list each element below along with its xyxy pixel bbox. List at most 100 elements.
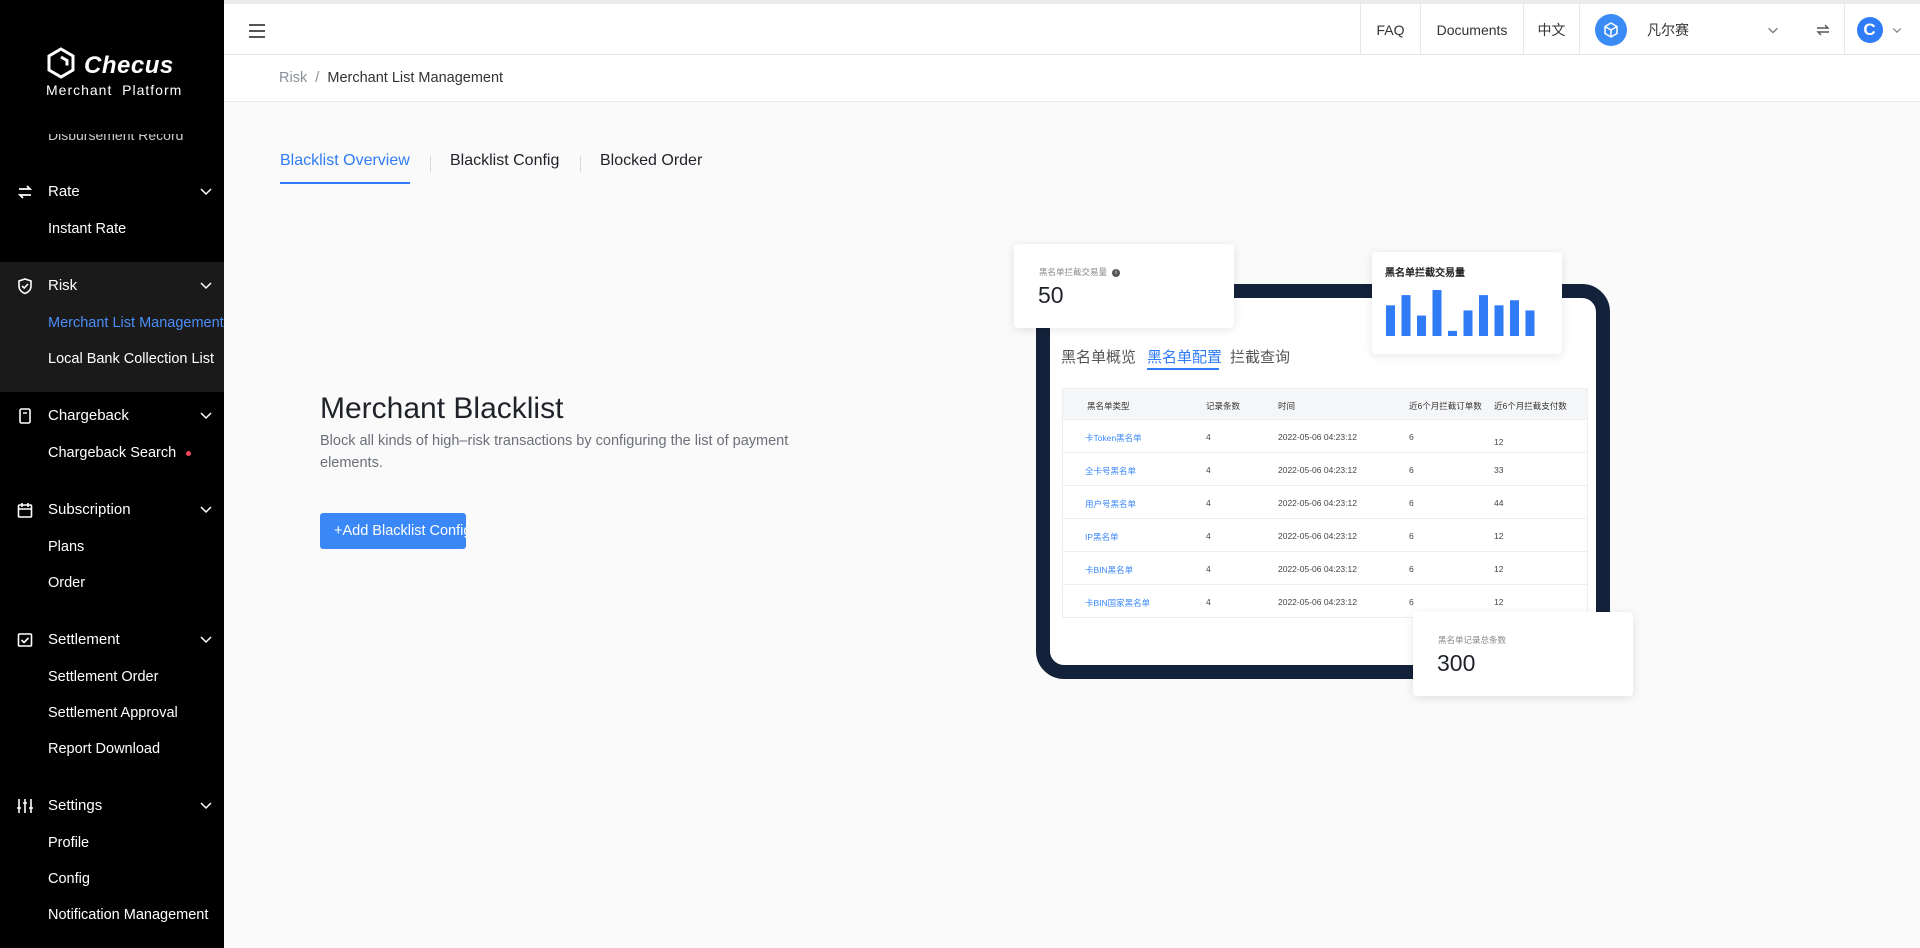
checklist-icon bbox=[17, 633, 33, 647]
documents-link[interactable]: Documents bbox=[1420, 4, 1523, 55]
sidebar-group-settings-header[interactable]: Settings bbox=[0, 786, 224, 826]
tab-blacklist-overview[interactable]: Blacklist Overview bbox=[280, 152, 410, 170]
sidebar-item-label: Local Bank Collection List bbox=[48, 351, 215, 367]
mini-bar bbox=[1494, 305, 1504, 336]
sidebar-item-label: Settlement Approval bbox=[48, 705, 178, 721]
sidebar-group-risk-header[interactable]: Risk bbox=[0, 266, 224, 306]
exchange-icon bbox=[17, 185, 33, 199]
chevron-down-icon bbox=[200, 506, 212, 514]
table-cell: 4 bbox=[1206, 564, 1211, 574]
stat-card-title-text: 黑名单拦截交易量 bbox=[1039, 267, 1108, 277]
sidebar-item-settlement-approval[interactable]: Settlement Approval bbox=[0, 696, 224, 732]
sidebar-item-settlement-order[interactable]: Settlement Order bbox=[0, 660, 224, 696]
sidebar-item-local-bank-collection-list[interactable]: Local Bank Collection List bbox=[0, 342, 224, 378]
mini-bar bbox=[1417, 315, 1426, 336]
table-cell: 12 bbox=[1494, 564, 1504, 574]
mini-bar bbox=[1479, 295, 1488, 336]
illustration-tab-active: 黑名单配置 bbox=[1147, 349, 1223, 366]
table-cell: 6 bbox=[1409, 432, 1414, 442]
sidebar-item-config[interactable]: Config bbox=[0, 862, 224, 898]
stat-card-intercept: 黑名单拦截交易量 i 50 bbox=[1014, 244, 1234, 328]
sidebar-group-subscription: Subscription Plans Order bbox=[0, 490, 224, 602]
table-cell: 卡Token黑名单 bbox=[1085, 433, 1142, 443]
mini-bar bbox=[1401, 295, 1411, 336]
table-cell: 4 bbox=[1206, 465, 1211, 475]
sidebar-item-plans[interactable]: Plans bbox=[0, 530, 224, 566]
stat-card-title: 黑名单记录总条数 bbox=[1438, 635, 1507, 645]
breadcrumb-risk[interactable]: Risk bbox=[279, 70, 307, 86]
hamburger-menu-icon[interactable] bbox=[246, 20, 268, 42]
table-row: 用户号黑名单 4 2022-05-06 04:23:12 6 44 bbox=[1063, 485, 1587, 518]
illustration-tab-indicator bbox=[1147, 368, 1219, 370]
brand-subtitle: Merchant Platform bbox=[46, 82, 183, 98]
sidebar-item-label: Profile bbox=[48, 835, 90, 851]
breadcrumb: Risk / Merchant List Management bbox=[224, 55, 1920, 102]
sidebar-group-chargeback-header[interactable]: Chargeback bbox=[0, 396, 224, 436]
sidebar-group-label: Settings bbox=[48, 797, 103, 814]
table-cell: 4 bbox=[1206, 531, 1211, 541]
sidebar-item-instant-rate[interactable]: Instant Rate bbox=[0, 212, 224, 248]
table-row: IP黑名单 4 2022-05-06 04:23:12 6 12 bbox=[1063, 518, 1587, 551]
sidebar-item-profile[interactable]: Profile bbox=[0, 826, 224, 862]
mini-bar bbox=[1510, 300, 1519, 336]
language-switch[interactable]: 中文 bbox=[1523, 4, 1579, 55]
tab-blacklist-config[interactable]: Blacklist Config bbox=[450, 152, 559, 170]
mini-bar-chart bbox=[1386, 290, 1535, 336]
active-tab-indicator bbox=[280, 182, 410, 184]
sidebar-item-chargeback-search[interactable]: Chargeback Search bbox=[0, 436, 224, 472]
sidebar-group-chargeback: Chargeback Chargeback Search bbox=[0, 396, 224, 472]
chevron-down-icon bbox=[1892, 27, 1901, 33]
sidebar-item-text: Chargeback Search bbox=[48, 445, 177, 461]
sidebar-item-report-download[interactable]: Report Download bbox=[0, 732, 224, 768]
sidebar-group-label: Chargeback bbox=[48, 407, 129, 424]
table-cell: 6 bbox=[1409, 597, 1414, 607]
table-cell: 2022-05-06 04:23:12 bbox=[1278, 498, 1357, 508]
sidebar-group-settlement-header[interactable]: Settlement bbox=[0, 620, 224, 660]
tab-blocked-order[interactable]: Blocked Order bbox=[600, 152, 702, 170]
language-label: 中文 bbox=[1537, 21, 1566, 38]
chevron-down-icon bbox=[200, 282, 212, 290]
table-cell: 12 bbox=[1494, 531, 1504, 541]
merchant-selector[interactable]: 凡尔赛 bbox=[1579, 4, 1802, 55]
table-header-cell: 黑名单类型 bbox=[1087, 401, 1130, 411]
sidebar-item-notification-management[interactable]: Notification Management bbox=[0, 898, 224, 934]
faq-link[interactable]: FAQ bbox=[1360, 4, 1420, 55]
table-cell: 卡BIN国家黑名单 bbox=[1085, 598, 1151, 608]
sidebar-item-merchant-list-management[interactable]: Merchant List Management bbox=[0, 306, 224, 342]
table-cell: 6 bbox=[1409, 531, 1414, 541]
table-cell: 4 bbox=[1206, 432, 1211, 442]
table-cell: 33 bbox=[1494, 465, 1504, 475]
table-cell: 2022-05-06 04:23:12 bbox=[1278, 564, 1357, 574]
merchant-logo-icon bbox=[1595, 13, 1627, 46]
table-row: 全卡号黑名单 4 2022-05-06 04:23:12 6 33 bbox=[1063, 452, 1587, 485]
add-blacklist-config-button[interactable]: +Add Blacklist Config bbox=[320, 513, 466, 549]
sidebar-item-order[interactable]: Order bbox=[0, 566, 224, 602]
sidebar-item-label: Plans bbox=[48, 539, 85, 555]
sidebar-group-subscription-header[interactable]: Subscription bbox=[0, 490, 224, 530]
table-cell: 6 bbox=[1409, 498, 1414, 508]
sidebar-group-rate-header[interactable]: Rate bbox=[0, 172, 224, 212]
chevron-down-icon bbox=[200, 412, 212, 420]
swap-arrows-icon bbox=[1816, 24, 1830, 35]
mini-bar bbox=[1525, 310, 1535, 336]
sidebar-item-disbursement-record[interactable]: Disbursement Record bbox=[48, 134, 183, 144]
notification-dot bbox=[186, 450, 192, 456]
sidebar-group-label: Settlement bbox=[48, 631, 120, 648]
chevron-down-icon bbox=[200, 188, 212, 196]
sidebar-group-risk: Risk Merchant List Management Local Bank… bbox=[0, 262, 224, 392]
brand-logo[interactable]: Checus Merchant Platform bbox=[44, 44, 194, 104]
info-icon: i bbox=[1112, 268, 1121, 277]
page-title: Merchant Blacklist bbox=[320, 392, 564, 425]
mini-bar bbox=[1448, 330, 1457, 336]
table-cell: 全卡号黑名单 bbox=[1085, 466, 1137, 476]
switch-account-button[interactable] bbox=[1802, 4, 1844, 55]
sidebar-group-label: Rate bbox=[48, 183, 80, 200]
table-cell: 4 bbox=[1206, 498, 1211, 508]
stat-card-total: 黑名单记录总条数 300 bbox=[1413, 612, 1633, 696]
table-cell: 6 bbox=[1409, 564, 1414, 574]
user-menu[interactable]: C bbox=[1844, 4, 1914, 55]
faq-label: FAQ bbox=[1376, 21, 1405, 38]
sidebar: Checus Merchant Platform Disbursement Re… bbox=[0, 0, 224, 948]
chevron-down-icon bbox=[1768, 27, 1778, 34]
table-row: 卡Token黑名单 4 2022-05-06 04:23:12 6 12 bbox=[1063, 419, 1587, 452]
